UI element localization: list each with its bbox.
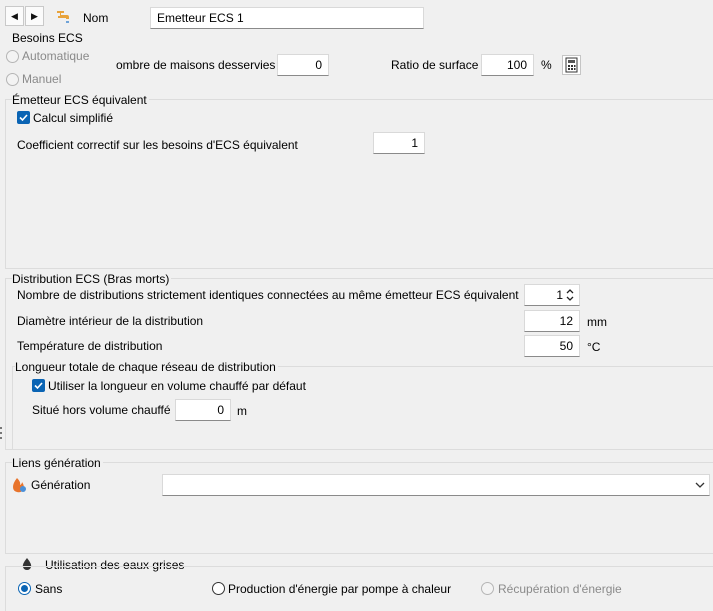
- previous-button[interactable]: ◀: [5, 6, 24, 26]
- recuperation-label: Récupération d'énergie: [498, 582, 622, 596]
- emetteur-title: Émetteur ECS équivalent: [12, 93, 149, 107]
- radio-pompe-chaleur[interactable]: [212, 582, 225, 595]
- hors-volume-label: Situé hors volume chauffé: [32, 403, 171, 417]
- pompe-chaleur-label: Production d'énergie par pompe à chaleur: [228, 582, 452, 596]
- chevron-down-icon: [695, 482, 705, 488]
- ratio-surface-input[interactable]: 100: [481, 54, 534, 76]
- nb-maisons-label: ombre de maisons desservies: [116, 58, 276, 72]
- temperature-label: Température de distribution: [17, 339, 163, 353]
- checkmark-icon: [34, 382, 43, 390]
- nb-distrib-label: Nombre de distributions strictement iden…: [17, 288, 519, 302]
- ratio-surface-label: Ratio de surface: [391, 58, 479, 72]
- nom-label: Nom: [83, 11, 109, 25]
- manuel-label: Manuel: [22, 72, 62, 86]
- diametre-label: Diamètre intérieur de la distribution: [17, 314, 204, 328]
- radio-manuel[interactable]: [6, 73, 19, 86]
- automatique-label: Automatique: [22, 49, 90, 63]
- distribution-title: Distribution ECS (Bras morts): [12, 272, 172, 286]
- radio-sans[interactable]: [18, 582, 31, 595]
- radio-recuperation[interactable]: [481, 582, 494, 595]
- calcul-simplifie-label: Calcul simplifié: [33, 111, 114, 125]
- diametre-unit: mm: [587, 315, 607, 329]
- temperature-input[interactable]: 50: [524, 335, 580, 357]
- nom-input[interactable]: Emetteur ECS 1: [150, 7, 424, 29]
- flame-icon: [13, 478, 26, 493]
- hors-volume-input[interactable]: 0: [175, 399, 231, 421]
- radio-automatique[interactable]: [6, 50, 19, 63]
- sans-label: Sans: [35, 582, 63, 596]
- faucet-icon: [57, 11, 69, 23]
- chevron-left-icon: ◀: [11, 10, 18, 21]
- calculator-icon: [565, 57, 578, 73]
- generation-label: Génération: [31, 478, 91, 492]
- calculator-button[interactable]: [562, 55, 581, 75]
- diametre-input[interactable]: 12: [524, 310, 580, 332]
- generation-dropdown[interactable]: [162, 474, 710, 496]
- nb-maisons-input[interactable]: 0: [277, 54, 329, 76]
- utiliser-longueur-label: Utiliser la longueur en volume chauffé p…: [48, 379, 306, 393]
- ratio-unit: %: [541, 58, 552, 72]
- chevron-right-icon: ▶: [31, 10, 38, 21]
- coef-label: Coefficient correctif sur les besoins d'…: [17, 138, 298, 152]
- utiliser-longueur-checkbox[interactable]: [32, 379, 45, 392]
- liens-title: Liens génération: [12, 456, 103, 470]
- next-button[interactable]: ▶: [25, 6, 44, 26]
- longueur-title: Longueur totale de chaque réseau de dist…: [15, 360, 278, 374]
- coef-input[interactable]: 1: [373, 132, 425, 154]
- checkmark-icon: [19, 114, 28, 122]
- besoins-title: Besoins ECS: [12, 31, 85, 45]
- calcul-simplifie-checkbox[interactable]: [17, 111, 30, 124]
- spinner-updown-icon[interactable]: [565, 288, 575, 302]
- splitter-grip[interactable]: [0, 426, 3, 444]
- hors-volume-unit: m: [237, 404, 247, 418]
- temperature-unit: °C: [587, 340, 601, 354]
